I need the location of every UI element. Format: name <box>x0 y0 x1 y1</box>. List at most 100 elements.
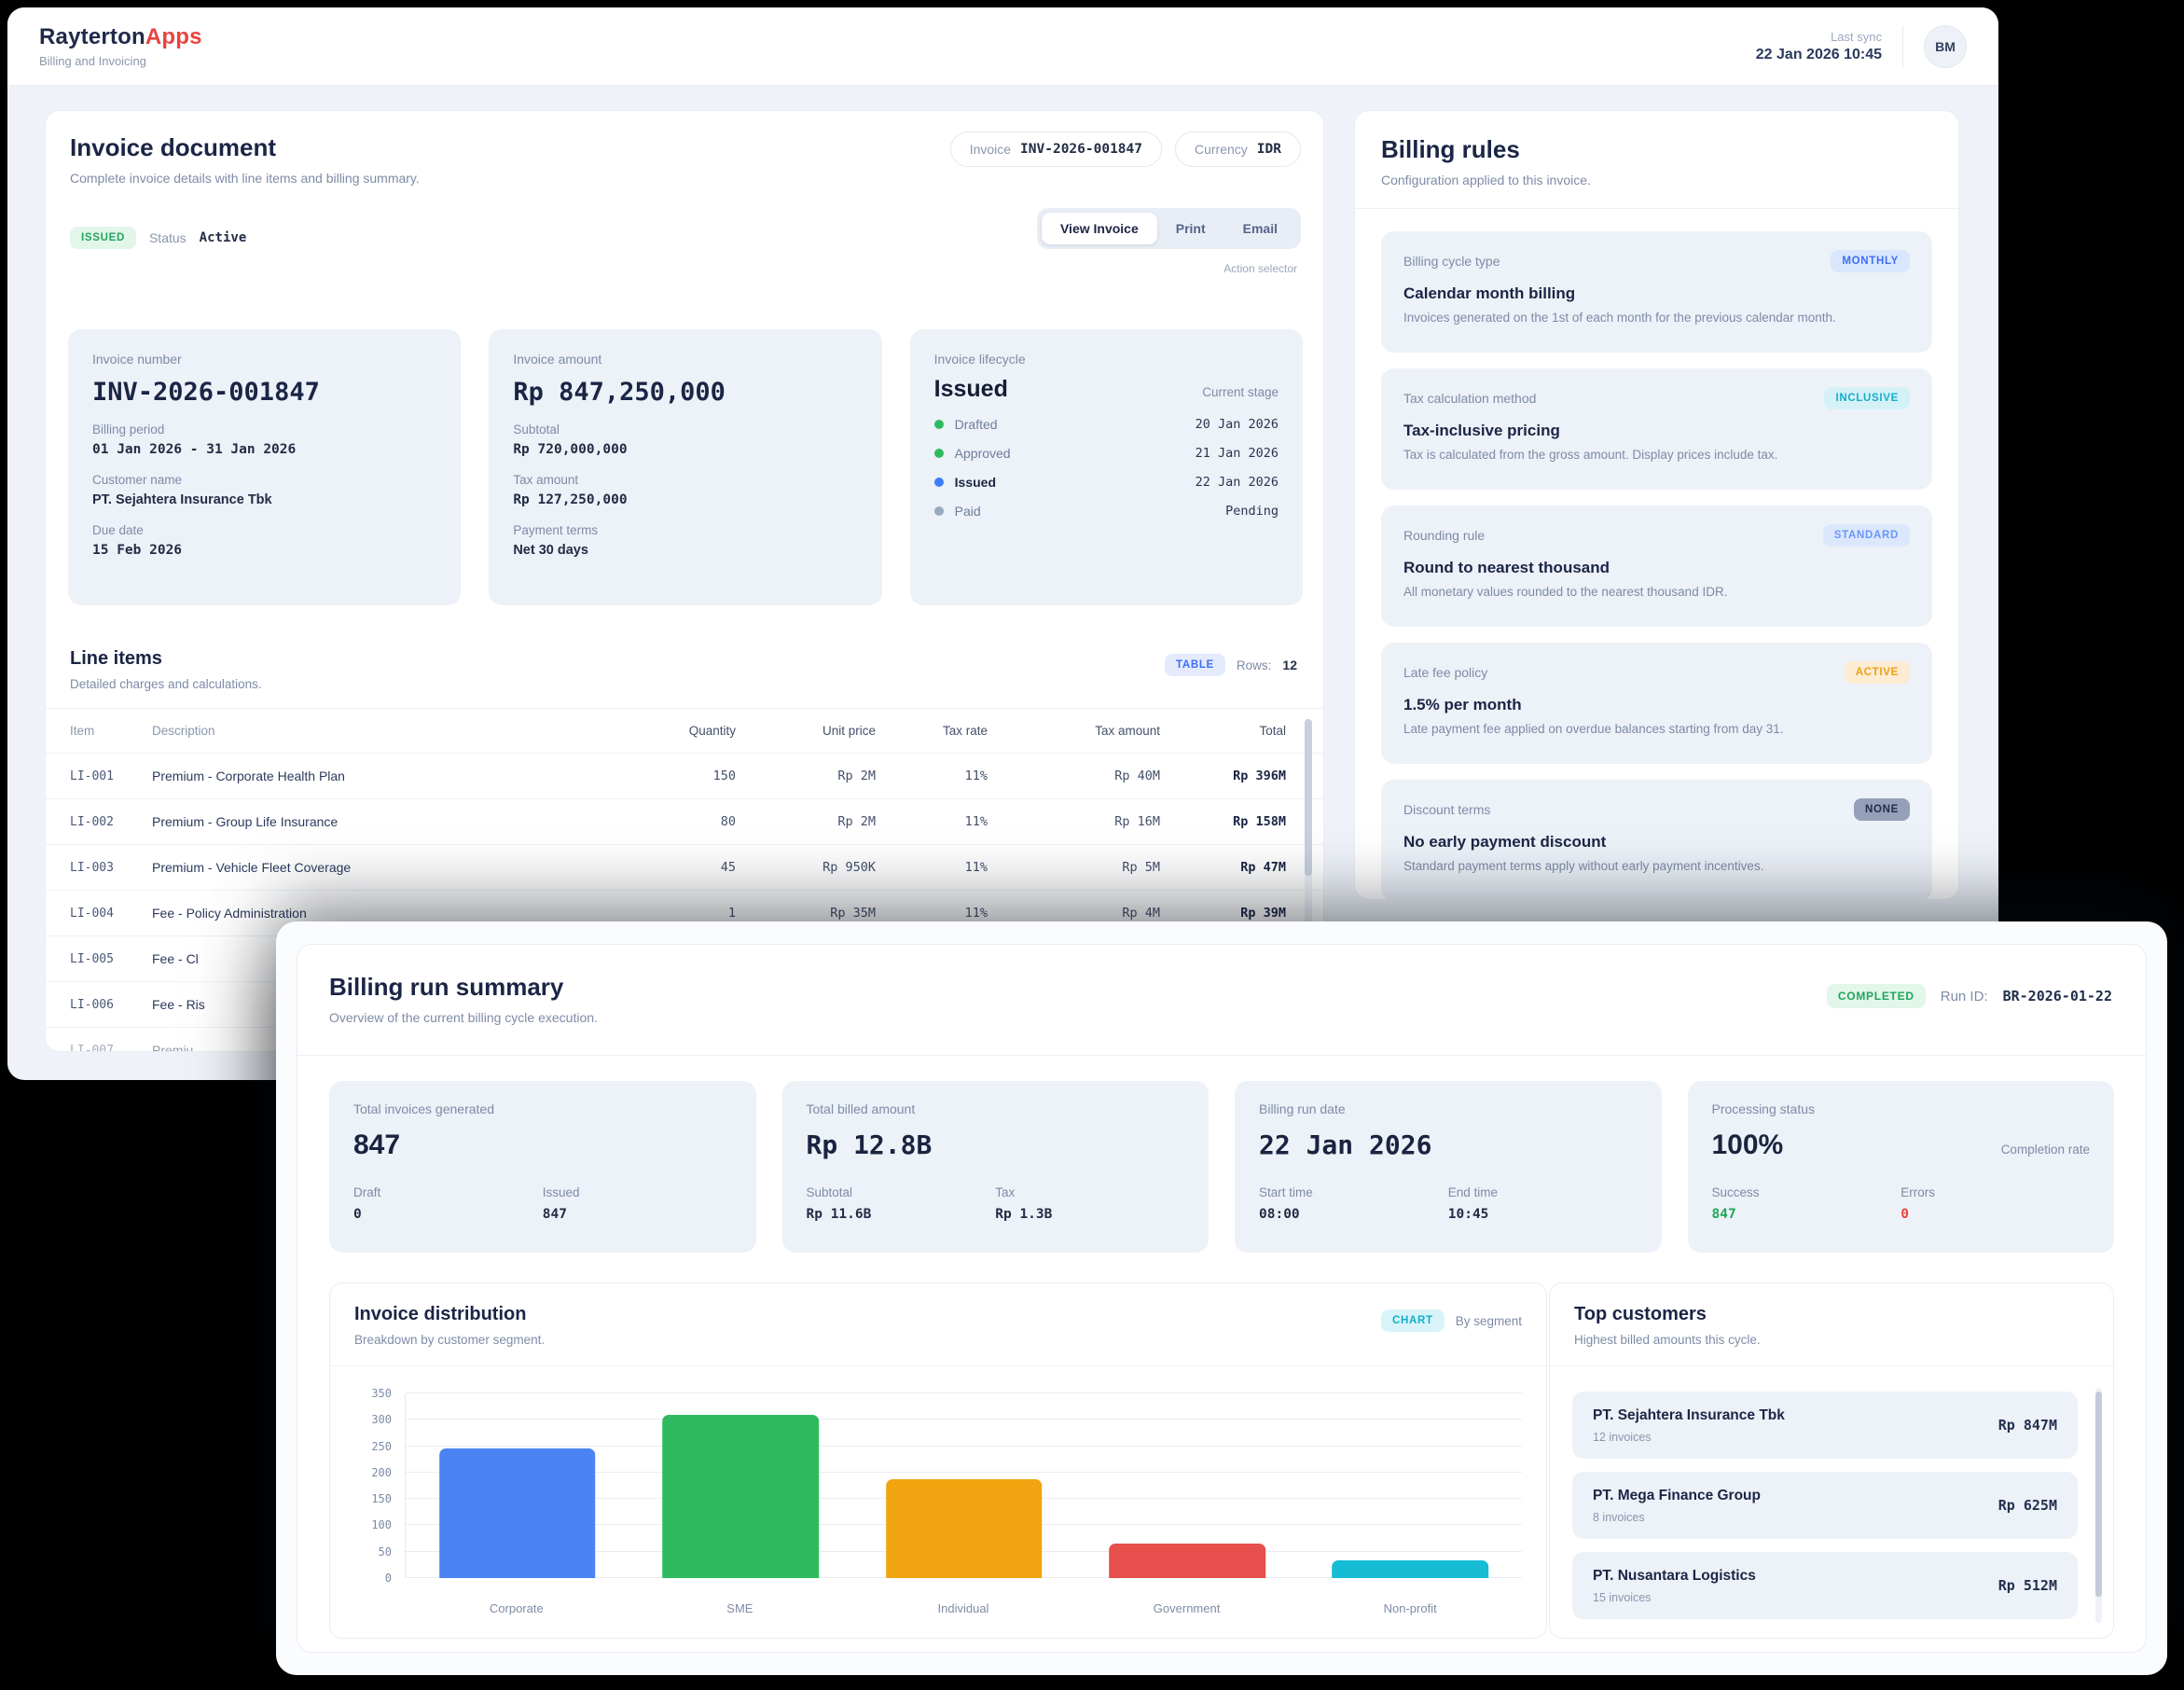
customer-invoice-count: 12 invoices <box>1593 1431 1785 1444</box>
stat-sub: Start time08:00 <box>1259 1185 1448 1222</box>
x-axis-label: Corporate <box>405 1601 629 1615</box>
stage-name: Issued <box>955 475 996 490</box>
distribution-header-left: Invoice distribution Breakdown by custom… <box>354 1304 545 1347</box>
stat-sub: SubtotalRp 11.6B <box>807 1185 996 1222</box>
table-cell: Rp 40M <box>988 769 1160 783</box>
stat-big-row: 100%Completion rate <box>1712 1129 2091 1161</box>
currency-pill[interactable]: Currency IDR <box>1175 132 1301 167</box>
customers-scrollbar[interactable] <box>2095 1388 2102 1623</box>
table-cell: LI-005 <box>70 952 152 966</box>
customer-info: PT. Sejahtera Insurance Tbk12 invoices <box>1593 1407 1785 1444</box>
number-box-field-value: 01 Jan 2026 - 31 Jan 2026 <box>92 442 436 457</box>
customer-row: PT. Sejahtera Insurance Tbk12 invoicesRp… <box>1572 1392 2078 1459</box>
number-box-field: Billing period01 Jan 2026 - 31 Jan 2026 <box>92 422 436 457</box>
column-header: Tax rate <box>876 724 988 738</box>
rule-discount-terms: Discount termsNONENo early payment disco… <box>1381 780 1932 900</box>
y-tick-label: 50 <box>379 1545 392 1558</box>
stat-label: Processing status <box>1712 1101 2091 1116</box>
billing-rules-title: Billing rules <box>1381 135 1932 164</box>
stage-name: Drafted <box>955 417 998 432</box>
last-sync-block: Last sync 22 Jan 2026 10:45 <box>1756 30 1882 63</box>
customer-invoice-count: 15 invoices <box>1593 1591 1756 1604</box>
lifecycle-top-row: Issued Current stage <box>934 376 1279 403</box>
table-cell: Rp 39M <box>1160 906 1286 921</box>
rule-label: Rounding rule <box>1403 528 1485 543</box>
top-customers-header: Top customers Highest billed amounts thi… <box>1550 1283 2113 1366</box>
stat-sub-grid: Start time08:00End time10:45 <box>1259 1185 1638 1222</box>
table-cell: LI-006 <box>70 998 152 1012</box>
y-tick-label: 150 <box>371 1492 392 1505</box>
chart-x-axis: CorporateSMEIndividualGovernmentNon-prof… <box>405 1601 1522 1615</box>
invoice-number-pill[interactable]: Invoice INV-2026-001847 <box>950 132 1162 167</box>
table-cell: Rp 2M <box>736 769 876 783</box>
stat-value: 100% <box>1712 1129 1784 1161</box>
x-axis-label: SME <box>629 1601 852 1615</box>
invoice-amount-label: Invoice amount <box>513 352 857 367</box>
table-scrollbar-thumb[interactable] <box>1305 719 1312 876</box>
stat-sub-label: Start time <box>1259 1185 1448 1199</box>
table-row: LI-001Premium - Corporate Health Plan150… <box>46 754 1323 799</box>
stat-sub-label: Tax <box>995 1185 1184 1199</box>
billing-run-title: Billing run summary <box>329 973 598 1002</box>
stat-sub-label: Draft <box>353 1185 543 1199</box>
stat-sub-value: 847 <box>543 1207 732 1222</box>
billing-run-card: Billing run summary Overview of the curr… <box>297 944 2147 1653</box>
tab-print[interactable]: Print <box>1157 213 1224 244</box>
invoice-info-grid: Invoice number INV-2026-001847 Billing p… <box>68 329 1303 605</box>
user-avatar[interactable]: BM <box>1924 25 1967 68</box>
tab-email[interactable]: Email <box>1224 213 1296 244</box>
rule-badge: INCLUSIVE <box>1824 387 1910 409</box>
invoice-document-card: Invoice document Complete invoice detail… <box>45 110 1324 1052</box>
customer-info: PT. Mega Finance Group8 invoices <box>1593 1488 1761 1524</box>
stat-billing-run-date: Billing run date22 Jan 2026Start time08:… <box>1235 1081 1662 1253</box>
invoice-lifecycle-box: Invoice lifecycle Issued Current stage D… <box>910 329 1303 605</box>
stat-value: 847 <box>353 1129 400 1161</box>
table-header-row: ItemDescriptionQuantityUnit priceTax rat… <box>46 709 1323 754</box>
billing-rules-card: Billing rules Configuration applied to t… <box>1354 110 1959 900</box>
y-tick-label: 250 <box>371 1440 392 1453</box>
invoice-distribution-panel: Invoice distribution Breakdown by custom… <box>329 1282 1547 1639</box>
table-cell: Rp 5M <box>988 860 1160 875</box>
rule-label: Billing cycle type <box>1403 254 1500 269</box>
invoice-number-label: Invoice number <box>92 352 436 367</box>
column-header: Tax amount <box>988 724 1160 738</box>
stat-big-row: Rp 12.8B <box>807 1129 1185 1160</box>
lifecycle-stage-note: Current stage <box>1202 385 1279 399</box>
rule-billing-cycle-type: Billing cycle typeMONTHLYCalendar month … <box>1381 231 1932 353</box>
main-app-window: RaytertonApps Billing and Invoicing Last… <box>7 7 1998 1080</box>
rule-top-row: Tax calculation methodINCLUSIVE <box>1403 387 1910 409</box>
stat-sub: Draft0 <box>353 1185 543 1222</box>
rule-top-row: Late fee policyACTIVE <box>1403 661 1910 684</box>
chart-y-axis: 050100150200250300350 <box>354 1393 392 1578</box>
column-header: Total <box>1160 724 1286 738</box>
y-tick-label: 200 <box>371 1466 392 1479</box>
customers-scrollbar-thumb[interactable] <box>2095 1392 2102 1597</box>
distribution-subtitle: Breakdown by customer segment. <box>354 1333 545 1347</box>
rule-label: Discount terms <box>1403 802 1490 817</box>
invoice-card-subtitle: Complete invoice details with line items… <box>70 171 420 186</box>
table-cell: Rp 35M <box>736 906 876 921</box>
table-cell: Premium - Corporate Health Plan <box>152 769 633 783</box>
amount-box-field-label: Tax amount <box>513 473 857 487</box>
invoice-pill-label: Invoice <box>970 142 1011 157</box>
distribution-title: Invoice distribution <box>354 1304 545 1325</box>
app-logo: RaytertonApps <box>39 24 202 50</box>
rule-title: 1.5% per month <box>1403 696 1910 714</box>
lifecycle-stage: Issued22 Jan 2026 <box>934 475 1279 490</box>
rule-top-row: Billing cycle typeMONTHLY <box>1403 250 1910 272</box>
chart-plot-area <box>405 1393 1522 1578</box>
app-subtitle: Billing and Invoicing <box>39 54 202 68</box>
billing-run-meta: COMPLETED Run ID: BR-2026-01-22 <box>1827 984 2112 1008</box>
number-box-field-label: Due date <box>92 523 436 537</box>
tab-view-invoice[interactable]: View Invoice <box>1042 213 1157 244</box>
table-cell: Rp 47M <box>1160 860 1286 875</box>
stat-sub-label: Errors <box>1901 1185 2090 1199</box>
app-header: RaytertonApps Billing and Invoicing Last… <box>7 7 1998 86</box>
stat-sub: TaxRp 1.3B <box>995 1185 1184 1222</box>
currency-pill-label: Currency <box>1195 142 1248 157</box>
invoice-pill-row: Invoice INV-2026-001847 Currency IDR <box>950 132 1301 167</box>
chart-badge: CHART <box>1381 1309 1444 1332</box>
table-cell: Rp 4M <box>988 906 1160 921</box>
lifecycle-stage: PaidPending <box>934 504 1279 519</box>
table-cell: 1 <box>633 906 736 921</box>
